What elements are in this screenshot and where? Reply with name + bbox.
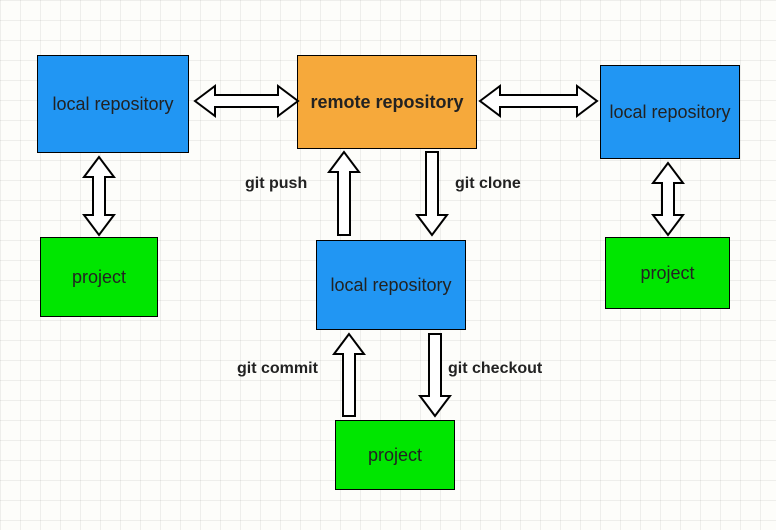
node-label: project <box>640 262 694 285</box>
node-remote-repository: remote repository <box>297 55 477 149</box>
node-label: project <box>72 266 126 289</box>
edge-label-push: git push <box>245 175 307 193</box>
arrow-left-local-to-remote <box>195 86 298 116</box>
node-label: project <box>368 444 422 467</box>
node-local-repository-center: local repository <box>316 240 466 330</box>
arrow-right-local-to-right-project <box>653 163 683 235</box>
arrow-push <box>329 152 359 235</box>
arrow-commit <box>334 334 364 416</box>
node-local-repository-left: local repository <box>37 55 189 153</box>
diagram-canvas: local repository remote repository local… <box>0 0 776 530</box>
node-label: local repository <box>330 274 451 297</box>
arrow-checkout <box>420 334 450 416</box>
arrow-clone <box>417 152 447 235</box>
arrow-remote-to-right-local <box>480 86 597 116</box>
node-project-left: project <box>40 237 158 317</box>
node-project-center: project <box>335 420 455 490</box>
node-label: local repository <box>609 101 730 124</box>
edge-label-checkout: git checkout <box>448 360 542 378</box>
node-local-repository-right: local repository <box>600 65 740 159</box>
node-label: remote repository <box>310 91 463 114</box>
node-project-right: project <box>605 237 730 309</box>
edge-label-clone: git clone <box>455 175 521 193</box>
arrow-left-local-to-left-project <box>84 157 114 235</box>
node-label: local repository <box>52 93 173 116</box>
edge-label-commit: git commit <box>237 360 318 378</box>
